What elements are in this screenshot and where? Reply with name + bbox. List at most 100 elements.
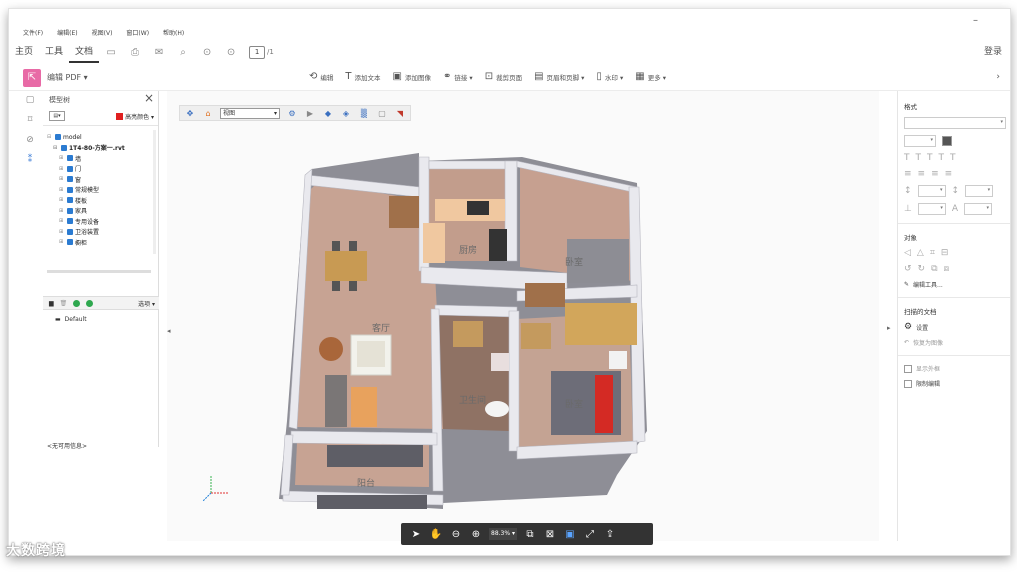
camera-icon[interactable]: ▆	[49, 300, 54, 307]
tree-item[interactable]: ⊞ 家具	[47, 206, 158, 217]
tree-item[interactable]: ⊞ 专用设备	[47, 216, 158, 227]
mail-icon[interactable]: ✉	[152, 45, 166, 59]
superscript-icon[interactable]: T	[939, 153, 945, 163]
hand-icon[interactable]: ✋	[429, 527, 443, 541]
rotate-right-icon[interactable]: ↻	[918, 264, 926, 274]
pages-icon[interactable]: ▢	[26, 95, 35, 105]
fit-width-icon[interactable]: ▣	[563, 527, 577, 541]
tree-item[interactable]: ⊞ 窗	[47, 174, 158, 185]
tab-tools[interactable]: 工具	[39, 41, 69, 63]
settings-button[interactable]: ⚙ 设置	[904, 322, 1006, 332]
chevron-right-icon[interactable]: ›	[996, 72, 1000, 82]
align-center-icon[interactable]: ≡	[918, 169, 926, 179]
zoom-in-icon[interactable]: ⊕	[469, 527, 483, 541]
floor-plan-3d[interactable]: 客厅 厨房 卧室 卫生间 卧室 阳台	[167, 91, 879, 541]
replace-icon[interactable]: ⧉	[931, 264, 937, 274]
bookmark-icon[interactable]: ⌑	[28, 115, 33, 125]
tool-add-text[interactable]: T 添加文本	[345, 71, 380, 82]
tree-item[interactable]: ⊟ 1T4-80-方案一.rvt	[47, 143, 158, 154]
collapse-left-icon[interactable]: ◂	[167, 327, 171, 335]
zoom-select[interactable]: 88.3% ▾	[489, 528, 517, 540]
pointer-icon[interactable]: ➤	[409, 527, 423, 541]
tree-item[interactable]: ⊞ 卫浴装置	[47, 227, 158, 238]
page-up-icon[interactable]: ⊙	[200, 45, 214, 59]
menu-edit[interactable]: 编辑(E)	[57, 28, 77, 37]
model-tree-toggle-icon[interactable]: ⚙	[286, 107, 298, 119]
visible-icon[interactable]	[73, 299, 81, 307]
tool-watermark[interactable]: ▯ 水印 ▾	[596, 71, 623, 82]
tool-more[interactable]: ▦ 更多 ▾	[635, 71, 666, 82]
tree-item[interactable]: ⊞ 楼板	[47, 195, 158, 206]
tool-header-footer[interactable]: ▤ 页眉和页脚 ▾	[534, 71, 584, 82]
align-left-icon[interactable]: ≡	[904, 169, 912, 179]
collapse-right-icon[interactable]: ▸	[887, 324, 891, 332]
tree-item[interactable]: ⊞ 门	[47, 164, 158, 175]
home-icon[interactable]: ⌂	[202, 107, 214, 119]
view-options-dropdown[interactable]: ▤▾	[49, 111, 65, 121]
attachment-icon[interactable]: ⊘	[26, 135, 34, 145]
save-icon[interactable]: ▭	[104, 45, 118, 59]
fit-page-icon[interactable]: ⊠	[543, 527, 557, 541]
lighting-icon[interactable]: ◈	[340, 107, 352, 119]
copy-icon[interactable]: ⧉	[523, 527, 537, 541]
font-size-select[interactable]: ▾	[904, 135, 936, 147]
menu-window[interactable]: 窗口(W)	[126, 28, 149, 37]
tree-hscrollbar[interactable]	[47, 270, 151, 273]
config-default[interactable]: ▬ Default	[55, 316, 87, 323]
line-spacing-select[interactable]: ▾	[917, 185, 946, 197]
justify-icon[interactable]: ≡	[945, 169, 953, 179]
zoom-out-icon[interactable]: ⊖	[449, 527, 463, 541]
edit-pdf-icon[interactable]: ⇱	[23, 69, 41, 87]
font-select[interactable]: ▾	[904, 117, 1006, 129]
edit-tool-button[interactable]: ✎ 编辑工具...	[904, 280, 1006, 289]
tool-add-image[interactable]: ▣ 添加图像	[393, 71, 431, 82]
italic-icon[interactable]: T	[916, 153, 922, 163]
highlight-color-dropdown[interactable]: 高亮颜色 ▾	[116, 112, 154, 121]
close-icon[interactable]: ×	[144, 91, 154, 105]
crop-image-icon[interactable]: ⌗	[930, 248, 935, 258]
minimize-icon[interactable]: –	[973, 15, 978, 26]
show-border-checkbox[interactable]: 显示外框	[904, 364, 1006, 373]
search-icon[interactable]: ⌕	[176, 45, 190, 59]
tree-item[interactable]: ⊟ model	[47, 132, 158, 143]
subscript-icon[interactable]: T	[950, 153, 956, 163]
text-icon[interactable]: T	[904, 153, 910, 163]
view-select[interactable]: 视图 ▾	[220, 107, 280, 119]
tree-scrollbar[interactable]	[153, 130, 156, 254]
edit-pdf-menu[interactable]: 编辑 PDF ▾	[47, 72, 88, 83]
underline-icon[interactable]: T	[927, 153, 933, 163]
login-link[interactable]: 登录	[984, 41, 1002, 63]
flip-horizontal-icon[interactable]: △	[917, 248, 924, 258]
play-icon[interactable]: ▶	[304, 107, 316, 119]
font-color-swatch[interactable]	[942, 136, 952, 146]
page-down-icon[interactable]: ⊙	[224, 45, 238, 59]
para-spacing-select[interactable]: ▾	[965, 185, 994, 197]
menu-file[interactable]: 文件(F)	[23, 28, 43, 37]
tool-crop[interactable]: ⊡ 裁剪页面	[485, 71, 522, 82]
options-dropdown[interactable]: 选项 ▾	[138, 299, 155, 308]
visible-all-icon[interactable]	[86, 299, 94, 307]
tool-edit[interactable]: ⟲ 编辑	[309, 71, 333, 82]
rotate-left-icon[interactable]: ↺	[904, 264, 912, 274]
tree-item[interactable]: ⊞ 橱柜	[47, 237, 158, 248]
char-spacing-select[interactable]: ▾	[964, 203, 993, 215]
3d-viewport[interactable]: 客厅 厨房 卧室 卫生间 卧室 阳台 ✥ ⌂ 视图 ▾ ⚙ ▶ ◆ ◈ ▒ ▢ ◥	[167, 91, 879, 541]
comment-icon[interactable]: ◥	[394, 107, 406, 119]
tree-item[interactable]: ⊞ 常规模型	[47, 185, 158, 196]
restore-image-button[interactable]: ↶ 恢复为图像	[904, 338, 1006, 347]
tab-document[interactable]: 文档	[69, 41, 100, 63]
export-icon[interactable]: ⇪	[603, 527, 617, 541]
scale-select[interactable]: ▾	[917, 203, 946, 215]
render-mode-icon[interactable]: ◆	[322, 107, 334, 119]
cross-section-icon[interactable]: ▢	[376, 107, 388, 119]
delete-icon[interactable]: 🗑	[60, 300, 68, 307]
align-right-icon[interactable]: ≡	[931, 169, 939, 179]
tab-home[interactable]: 主页	[9, 41, 39, 63]
restrict-edit-checkbox[interactable]: 限制编辑	[904, 379, 1006, 388]
model-tree-icon[interactable]: ⁑	[28, 155, 33, 165]
flip-vertical-icon[interactable]: ◁	[904, 248, 911, 258]
print-icon[interactable]: ⎙	[128, 45, 142, 59]
tool-link[interactable]: ⚭ 链接 ▾	[443, 71, 473, 82]
align-objects-icon[interactable]: ⊟	[941, 248, 949, 258]
menu-view[interactable]: 视图(V)	[92, 28, 113, 37]
